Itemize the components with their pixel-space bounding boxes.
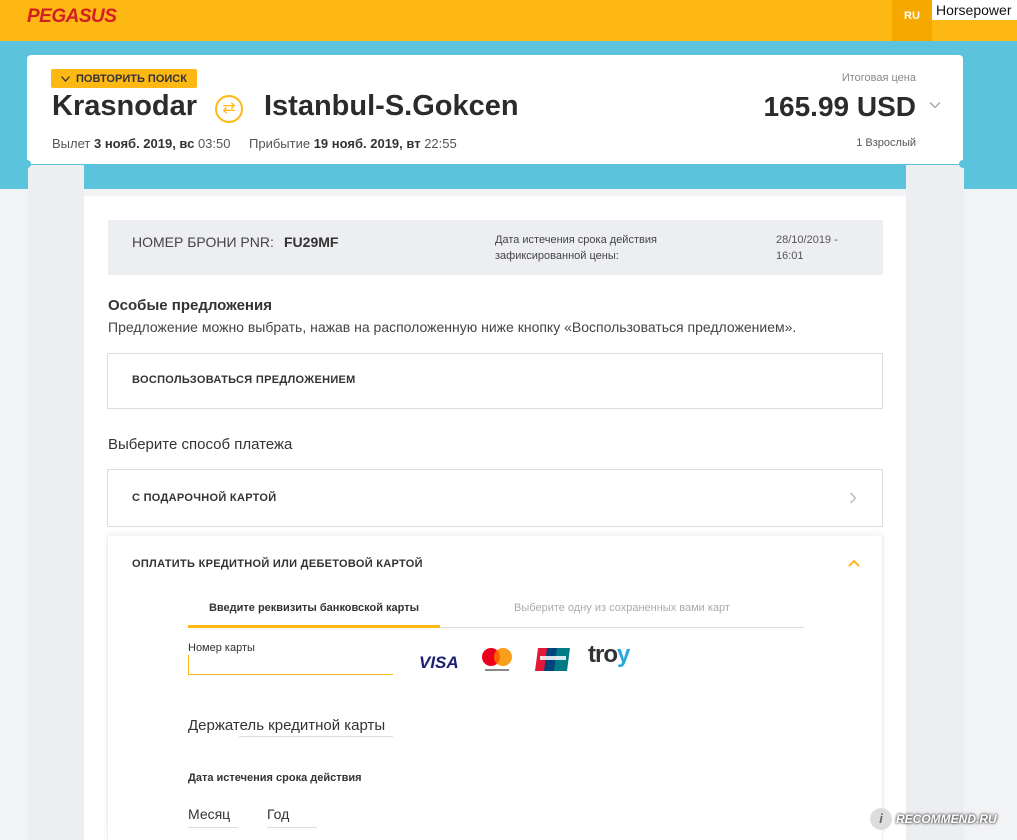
card-number-label: Номер карты [188, 642, 255, 654]
recommend-logo-icon: i [870, 808, 892, 830]
card-holder-underline [239, 736, 393, 737]
right-gutter [906, 165, 964, 840]
use-offer-button[interactable]: ВОСПОЛЬЗОВАТЬСЯ ПРЕДЛОЖЕНИЕМ [107, 353, 883, 409]
tab-enter-card[interactable]: Введите реквизиты банковской карты [188, 597, 440, 628]
card-number-input[interactable] [188, 655, 393, 675]
mastercard-logo [482, 648, 512, 671]
departure-label: Вылет [52, 136, 91, 151]
passenger-count: 1 Взрослый [856, 137, 916, 149]
left-gutter [28, 165, 84, 840]
origin-city: Krasnodar [52, 90, 198, 122]
gift-card-option[interactable]: С ПОДАРОЧНОЙ КАРТОЙ [107, 469, 883, 527]
payment-method-title: Выберите способ платежа [108, 436, 293, 453]
tab-saved-cards[interactable]: Выберите одну из сохраненных вами карт [440, 597, 804, 628]
credit-card-panel: ОПЛАТИТЬ КРЕДИТНОЙ ИЛИ ДЕБЕТОВОЙ КАРТОЙ … [107, 536, 883, 840]
total-price[interactable]: 165.99 USD [763, 91, 916, 123]
pegasus-logo[interactable]: PEGASUS [27, 6, 117, 28]
language-selector[interactable]: RU [892, 0, 932, 41]
recommend-watermark-text: RECOMMEND.RU [896, 812, 997, 826]
card-holder-label[interactable]: Держатель кредитной карты [188, 716, 393, 735]
top-bar: PEGASUS RU Horsepower [0, 0, 1017, 41]
chevron-down-icon [61, 75, 70, 82]
special-offers-title: Особые предложения [108, 297, 272, 314]
visa-logo: VISA [419, 653, 459, 672]
language-label: RU [904, 10, 920, 22]
special-offers-description: Предложение можно выбрать, нажав на расп… [108, 319, 797, 335]
payment-content: НОМЕР БРОНИ PNR: FU29MF Дата истечения с… [84, 196, 906, 840]
recommend-watermark: i RECOMMEND.RU [870, 806, 1010, 832]
troy-logo: troy [588, 641, 630, 668]
departure-time: 03:50 [197, 136, 231, 151]
expiry-month-select[interactable]: Месяц [188, 806, 238, 828]
use-offer-label: ВОСПОЛЬЗОВАТЬСЯ ПРЕДЛОЖЕНИЕМ [132, 374, 356, 386]
expiry-year-select[interactable]: Год [267, 806, 317, 828]
total-price-label: Итоговая цена [841, 72, 916, 84]
pnr-label: НОМЕР БРОНИ PNR: [132, 234, 274, 250]
arrival-date: 19 нояб. 2019, вт [313, 136, 421, 151]
price-expiry-value: 28/10/2019 - 16:01 [776, 234, 838, 262]
unionpay-logo [535, 648, 570, 671]
departure-info: Вылет 3 нояб. 2019, вс 03:50 [52, 136, 231, 151]
chevron-up-icon[interactable] [848, 558, 860, 568]
card-notch-right [959, 160, 967, 168]
flight-summary-card: ПОВТОРИТЬ ПОИСК Krasnodar ⇄ Istanbul-S.G… [23, 55, 967, 168]
price-expiry-label: Дата истечения срока действия зафиксиров… [495, 234, 657, 262]
arrival-time: 22:55 [424, 136, 457, 151]
watermark-top: Horsepower [932, 0, 1017, 20]
gift-card-label: С ПОДАРОЧНОЙ КАРТОЙ [132, 492, 277, 504]
card-notch-left [23, 160, 31, 168]
arrival-label: Прибытие [249, 136, 311, 151]
pnr-panel: НОМЕР БРОНИ PNR: FU29MF Дата истечения с… [108, 220, 883, 275]
destination-city: Istanbul-S.Gokcen [264, 90, 519, 122]
swap-direction-icon: ⇄ [215, 95, 243, 123]
arrival-info: Прибытие 19 нояб. 2019, вт 22:55 [249, 136, 457, 151]
credit-card-option-label[interactable]: ОПЛАТИТЬ КРЕДИТНОЙ ИЛИ ДЕБЕТОВОЙ КАРТОЙ [132, 558, 423, 570]
pnr-value: FU29MF [284, 234, 339, 250]
chevron-right-icon [850, 492, 857, 504]
card-expiry-label: Дата истечения срока действия [188, 772, 362, 784]
departure-date: 3 нояб. 2019, вс [93, 136, 195, 151]
chevron-down-icon[interactable] [929, 99, 941, 111]
repeat-search-button[interactable]: ПОВТОРИТЬ ПОИСК [51, 69, 197, 88]
repeat-search-label: ПОВТОРИТЬ ПОИСК [76, 72, 187, 85]
